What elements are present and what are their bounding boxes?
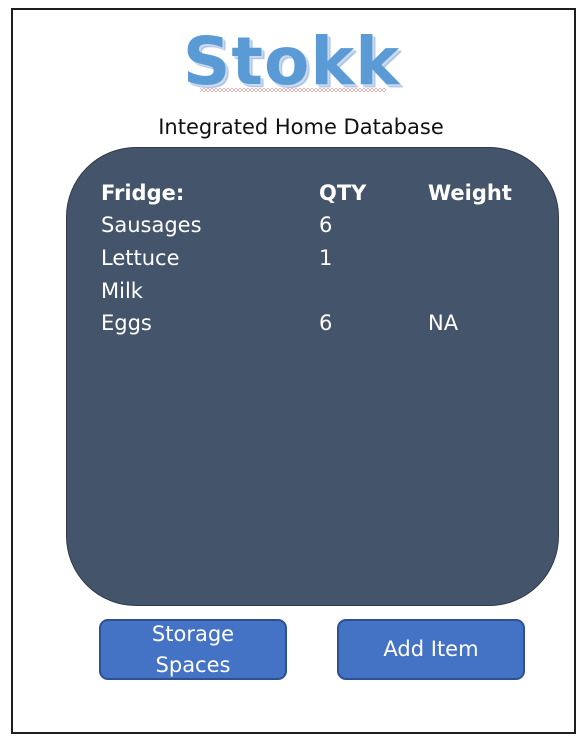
column-header-qty: QTY — [319, 181, 367, 205]
row-item-name[interactable]: Milk — [101, 275, 143, 307]
add-item-label: Add Item — [383, 637, 479, 661]
row-item-weight[interactable]: NA — [428, 307, 458, 339]
row-item-qty[interactable]: 6 — [319, 307, 332, 339]
column-header-weight: Weight — [428, 181, 512, 205]
add-item-button[interactable]: Add Item — [337, 619, 525, 680]
page-subtitle: Integrated Home Database — [158, 115, 444, 139]
storage-spaces-button[interactable]: Storage Spaces — [99, 619, 287, 680]
row-item-qty[interactable]: 6 — [319, 209, 332, 241]
storage-spaces-label: Storage Spaces — [151, 621, 235, 677]
row-item-name[interactable]: Eggs — [101, 307, 152, 339]
row-item-qty[interactable]: 1 — [319, 242, 332, 274]
row-item-name[interactable]: Sausages — [101, 209, 202, 241]
column-header-name: Fridge: — [101, 181, 185, 205]
row-item-name[interactable]: Lettuce — [101, 242, 180, 274]
inventory-panel: Fridge: QTY Weight Sausages 6 Lettuce 1 … — [66, 147, 559, 606]
spellcheck-underline — [200, 88, 386, 92]
